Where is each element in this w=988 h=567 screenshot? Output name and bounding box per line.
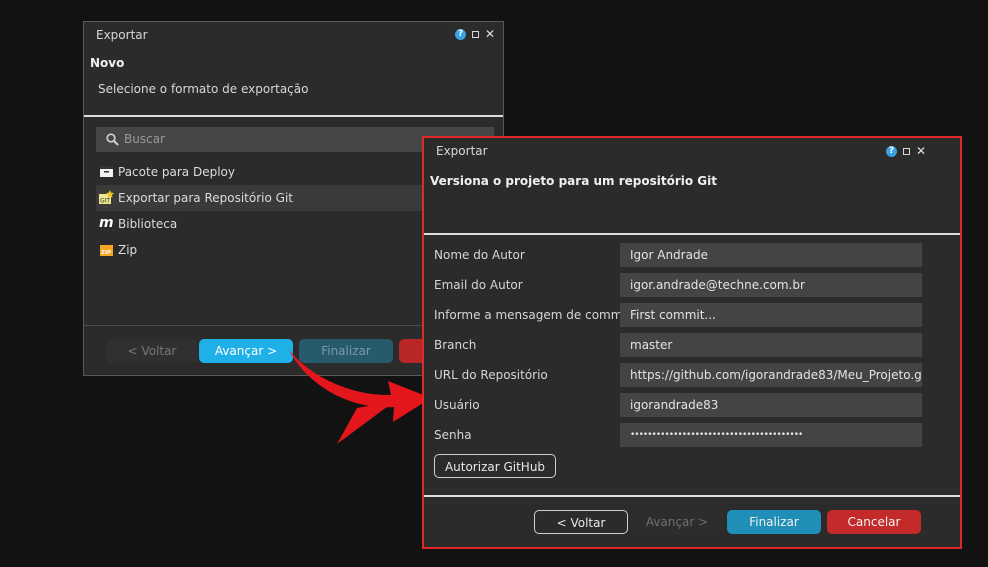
section-subtitle: Selecione o formato de exportação — [98, 82, 309, 96]
field-label: Usuário — [434, 398, 480, 412]
next-button[interactable]: Avançar > — [199, 339, 293, 363]
field-branch: Branch master — [434, 333, 922, 357]
git-icon: GIT — [99, 190, 114, 205]
list-item-label: Pacote para Deploy — [118, 165, 235, 179]
author-name-input[interactable]: Igor Andrade — [620, 243, 922, 267]
list-item-zip[interactable]: ZIP Zip — [96, 237, 426, 263]
divider — [424, 495, 960, 497]
field-label: URL do Repositório — [434, 368, 548, 382]
titlebar: Exportar ? ✕ — [424, 138, 960, 164]
field-author-email: Email do Autor igor.andrade@techne.com.b… — [434, 273, 922, 297]
list-item-library[interactable]: m Biblioteca — [96, 211, 426, 237]
list-item-label: Zip — [118, 243, 138, 257]
search-icon — [106, 133, 119, 146]
field-label: Informe a mensagem de commit — [434, 308, 631, 322]
close-icon[interactable]: ✕ — [485, 28, 495, 40]
svg-text:ZIP: ZIP — [101, 250, 111, 256]
author-email-input[interactable]: igor.andrade@techne.com.br — [620, 273, 922, 297]
next-button[interactable]: Avançar > — [630, 510, 724, 534]
titlebar: Exportar ? ✕ — [84, 22, 503, 48]
maximize-icon[interactable] — [902, 148, 910, 155]
list-item-git-export[interactable]: GIT Exportar para Repositório Git — [96, 185, 426, 211]
help-icon[interactable]: ? — [885, 146, 897, 157]
list-item-label: Biblioteca — [118, 217, 178, 231]
maximize-icon[interactable] — [471, 31, 479, 38]
field-commit-message: Informe a mensagem de commit First commi… — [434, 303, 922, 327]
branch-input[interactable]: master — [620, 333, 922, 357]
help-icon[interactable]: ? — [454, 29, 466, 40]
dialog-title: Exportar — [436, 144, 488, 158]
field-label: Email do Autor — [434, 278, 523, 292]
divider — [84, 115, 503, 117]
package-icon — [100, 166, 113, 177]
field-label: Nome do Autor — [434, 248, 525, 262]
close-icon[interactable]: ✕ — [916, 145, 926, 157]
list-item-label: Exportar para Repositório Git — [118, 191, 293, 205]
cancel-button[interactable]: Cancelar — [827, 510, 921, 534]
authorize-github-button[interactable]: Autorizar GitHub — [434, 454, 556, 478]
section-heading: Novo — [90, 56, 125, 70]
back-button[interactable]: < Voltar — [106, 339, 198, 363]
library-icon: m — [99, 215, 114, 231]
field-author-name: Nome do Autor Igor Andrade — [434, 243, 922, 267]
commit-message-input[interactable]: First commit... — [620, 303, 922, 327]
username-input[interactable]: igorandrade83 — [620, 393, 922, 417]
list-item-deploy-package[interactable]: Pacote para Deploy — [96, 159, 426, 185]
field-password: Senha ••••••••••••••••••••••••••••••••••… — [434, 423, 922, 447]
zip-icon: ZIP — [100, 245, 113, 256]
search-placeholder: Buscar — [124, 132, 165, 146]
field-username: Usuário igorandrade83 — [434, 393, 922, 417]
finish-button[interactable]: Finalizar — [727, 510, 821, 534]
arrow-icon — [289, 350, 431, 444]
svg-text:GIT: GIT — [100, 198, 110, 205]
divider — [424, 233, 960, 235]
field-repository-url: URL do Repositório https://github.com/ig… — [434, 363, 922, 387]
field-label: Branch — [434, 338, 477, 352]
back-button[interactable]: < Voltar — [534, 510, 628, 534]
field-label: Senha — [434, 428, 472, 442]
section-heading: Versiona o projeto para um repositório G… — [430, 174, 717, 188]
password-input[interactable]: •••••••••••••••••••••••••••••••••••••••• — [620, 423, 922, 447]
repository-url-input[interactable]: https://github.com/igorandrade83/Meu_Pro… — [620, 363, 922, 387]
dialog-title: Exportar — [96, 28, 148, 42]
export-dialog-git: Exportar ? ✕ Versiona o projeto para um … — [422, 136, 962, 549]
